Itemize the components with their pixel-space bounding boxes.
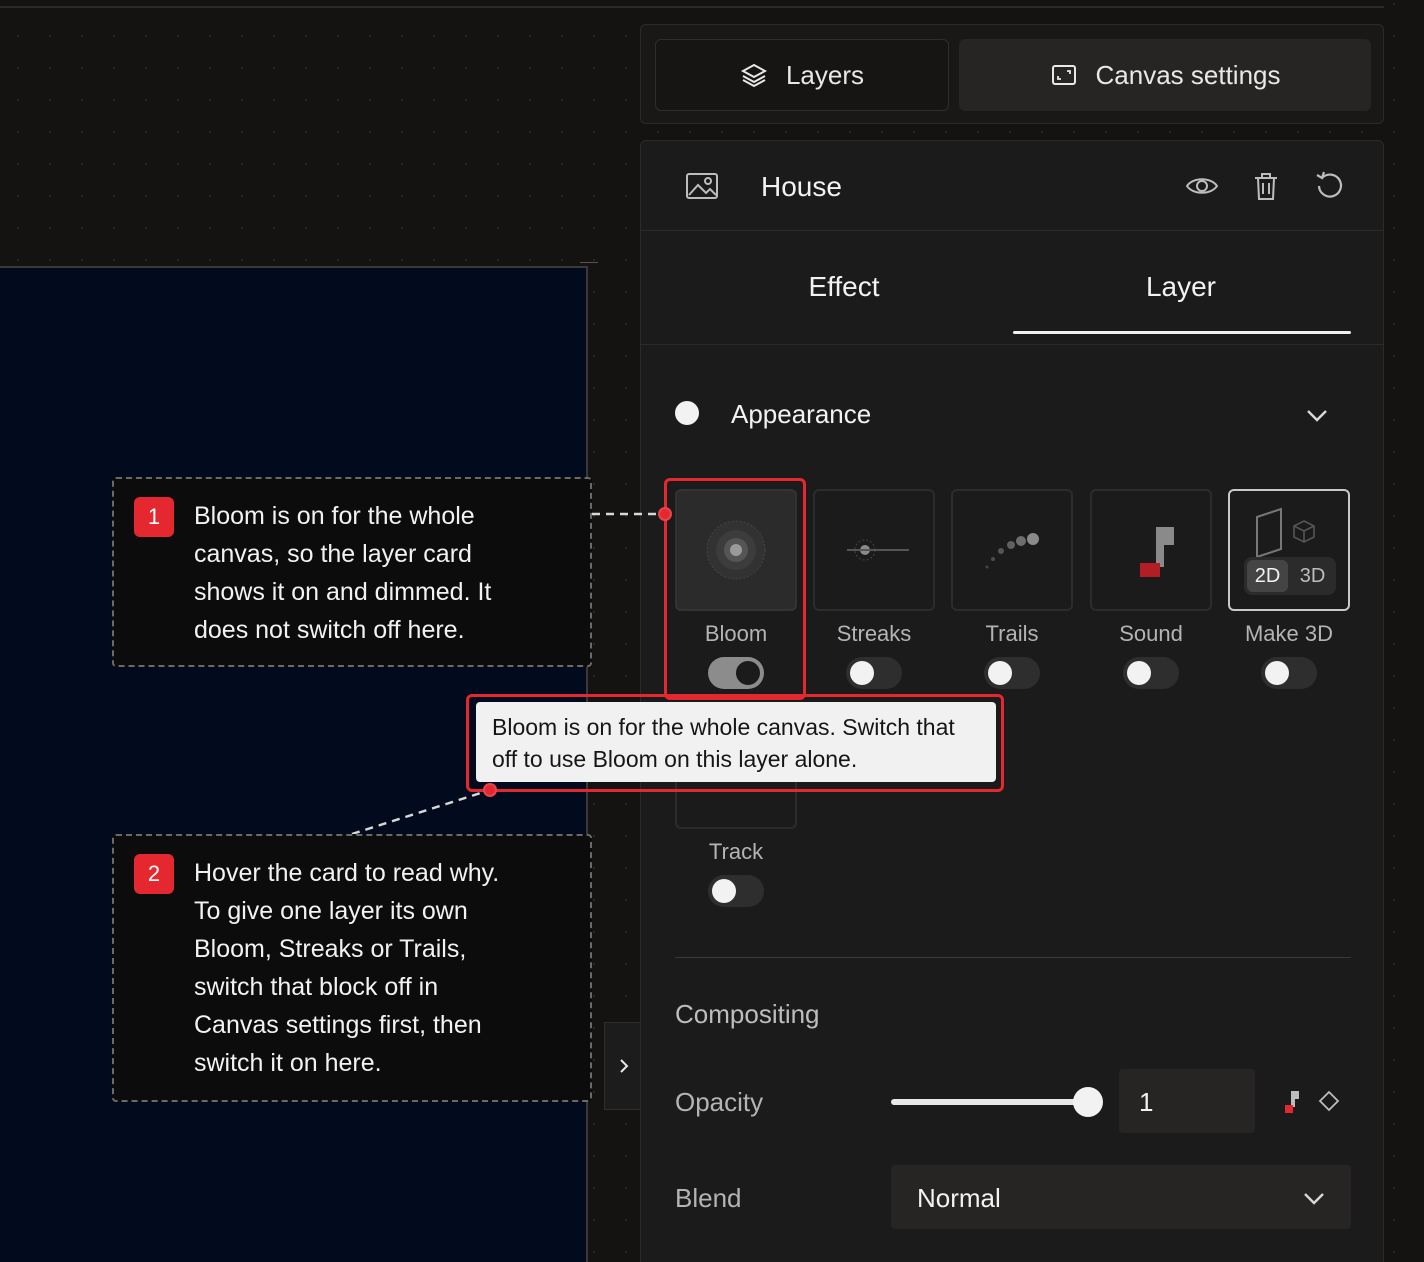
toggle-knob <box>988 661 1012 685</box>
blend-mode-select[interactable]: Normal <box>891 1165 1351 1229</box>
sound-card[interactable] <box>1090 489 1212 611</box>
chevron-right-icon <box>619 1059 628 1073</box>
callout-text: Hover the card to read why. To give one … <box>194 859 500 1077</box>
layer-header: House <box>641 141 1383 231</box>
top-bar <box>0 0 1384 8</box>
image-icon <box>686 173 718 199</box>
layer-name: House <box>761 171 842 202</box>
bloom-tooltip: Bloom is on for the whole canvas. Switch… <box>476 702 996 782</box>
streaks-card[interactable] <box>813 489 935 611</box>
trash-icon[interactable] <box>1249 169 1283 203</box>
streaks-icon <box>847 539 909 561</box>
blend-mode-value: Normal <box>917 1183 1001 1213</box>
trails-label: Trails <box>985 621 1039 646</box>
cube-plane-icon <box>1256 507 1315 559</box>
callout-2: 2 Hover the card to read why. To give on… <box>112 834 592 1102</box>
eye-icon[interactable] <box>1185 169 1219 203</box>
app-root: Layers Canvas settings House Effect Laye… <box>0 0 1424 1262</box>
effect-layer-tabs: Effect Layer <box>641 231 1383 345</box>
tab-layers-label: Layers <box>785 59 865 90</box>
opacity-slider-track[interactable] <box>891 1099 1091 1105</box>
canvas-frame-icon <box>1051 65 1076 85</box>
keyframe-diamond-icon[interactable] <box>1317 1089 1341 1113</box>
make-3d-toggle[interactable] <box>1261 657 1317 689</box>
callout-anchor-dot <box>483 783 497 797</box>
section-indicator-dot <box>675 401 699 425</box>
sound-label: Sound <box>1119 621 1183 646</box>
dimension-segmented-control[interactable]: 2D 3D <box>1244 557 1336 595</box>
opacity-label: Opacity <box>675 1087 764 1117</box>
tab-canvas-settings[interactable]: Canvas settings <box>959 39 1371 111</box>
trails-icon <box>985 533 1039 569</box>
callout-number-badge: 1 <box>134 497 174 537</box>
trails-toggle[interactable] <box>984 657 1040 689</box>
trails-card[interactable] <box>951 489 1073 611</box>
callout-number-badge: 2 <box>134 854 174 894</box>
toggle-knob <box>850 661 874 685</box>
opacity-input[interactable]: 1 <box>1119 1069 1255 1133</box>
toggle-knob <box>712 879 736 903</box>
tab-layers[interactable]: Layers <box>655 39 949 111</box>
active-tab-indicator <box>1013 331 1351 334</box>
callout-1: 1 Bloom is on for the whole canvas, so t… <box>112 477 592 667</box>
layers-icon <box>740 63 768 88</box>
make-3d-label: Make 3D <box>1244 621 1334 646</box>
track-label: Track <box>708 839 764 864</box>
tab-layer[interactable]: Layer <box>1012 271 1350 303</box>
callout-text: Bloom is on for the whole canvas, so the… <box>194 502 492 644</box>
blend-label: Blend <box>675 1183 742 1213</box>
segment-3d[interactable]: 3D <box>1292 560 1333 592</box>
toggle-knob <box>1265 661 1289 685</box>
track-toggle[interactable] <box>708 875 764 907</box>
callout-anchor-dot <box>658 507 672 521</box>
animate-icon[interactable] <box>1281 1089 1303 1115</box>
opacity-slider-handle[interactable] <box>1073 1087 1103 1117</box>
music-note-icon <box>1140 527 1174 577</box>
sound-toggle[interactable] <box>1123 657 1179 689</box>
panel-tab-bar: Layers Canvas settings <box>640 24 1384 124</box>
streaks-toggle[interactable] <box>846 657 902 689</box>
segment-2d[interactable]: 2D <box>1247 560 1288 592</box>
bloom-card-highlight <box>664 478 806 700</box>
compositing-section-title: Compositing <box>675 999 820 1029</box>
tab-effect[interactable]: Effect <box>675 271 1013 303</box>
chevron-down-icon <box>1304 1193 1324 1205</box>
make-3d-card[interactable]: 2D 3D <box>1228 489 1350 611</box>
tab-canvas-settings-label: Canvas settings <box>1095 59 1281 90</box>
toggle-knob <box>1127 661 1151 685</box>
reset-icon[interactable] <box>1313 169 1347 203</box>
chevron-down-icon[interactable] <box>1303 401 1331 429</box>
appearance-section-title[interactable]: Appearance <box>731 399 871 430</box>
canvas-corner-mark <box>580 262 598 274</box>
streaks-label: Streaks <box>836 621 912 646</box>
panel-collapse-button[interactable] <box>604 1022 642 1110</box>
section-divider <box>675 957 1351 958</box>
